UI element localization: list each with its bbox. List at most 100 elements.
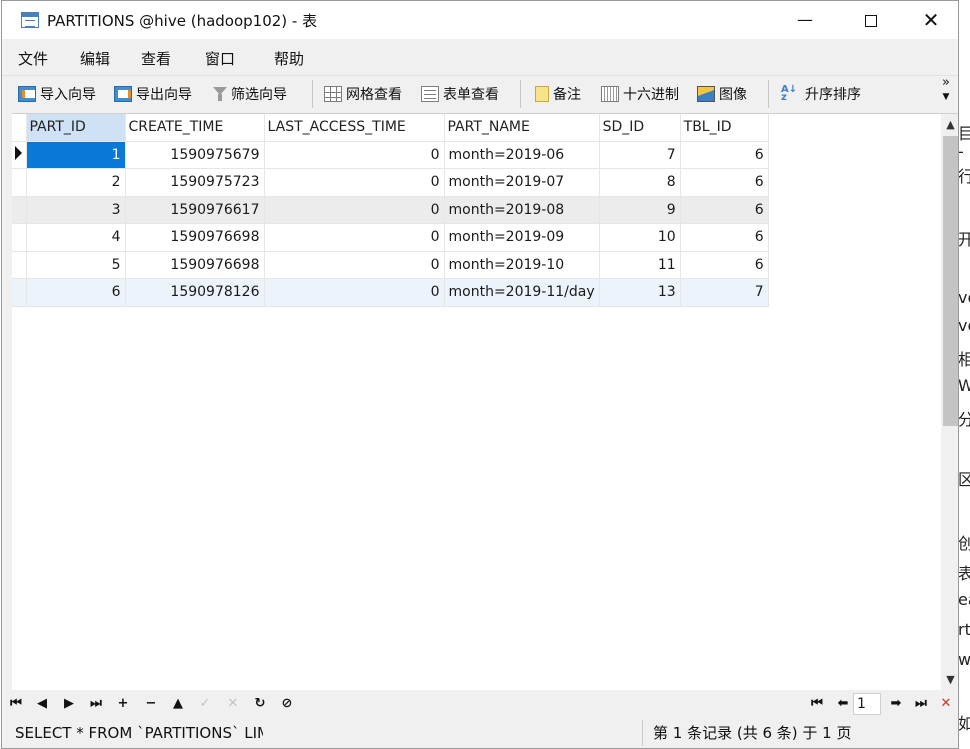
cell-sd-id[interactable]: 9	[599, 196, 681, 224]
cell-part-name[interactable]: month=2019-07	[444, 168, 600, 197]
cell-part-name[interactable]: month=2019-06	[444, 141, 600, 169]
cell-tbl-id[interactable]: 6	[680, 168, 769, 197]
column-header-part-id[interactable]: PART_ID	[26, 114, 126, 142]
scroll-down-icon[interactable]: ▼	[941, 671, 958, 689]
import-wizard-button[interactable]: 导入向导	[18, 82, 96, 106]
last-record-button[interactable]: ⏭	[86, 694, 106, 714]
title-bar[interactable]: PARTITIONS @hive (hadoop102) - 表 — ✕	[2, 1, 958, 39]
delete-record-button[interactable]: −	[141, 694, 161, 714]
table-row[interactable]: 1 1590975679 0 month=2019-06 7 6	[12, 141, 769, 169]
import-icon	[18, 86, 36, 102]
cell-sd-id[interactable]: 8	[599, 168, 681, 197]
cell-create-time[interactable]: 1590976617	[125, 196, 265, 224]
cell-part-name[interactable]: month=2019-08	[444, 196, 600, 224]
menu-file[interactable]: 文件	[18, 48, 48, 69]
refresh-button[interactable]: ↻	[250, 694, 270, 714]
cell-last-access-time[interactable]: 0	[264, 278, 445, 307]
bg-glyph: ve	[958, 316, 970, 335]
column-header-part-name[interactable]: PART_NAME	[444, 114, 600, 142]
image-button[interactable]: 图像	[697, 82, 747, 106]
cell-last-access-time[interactable]: 0	[264, 223, 445, 252]
table-row[interactable]: 3 1590976617 0 month=2019-08 9 6	[12, 196, 769, 224]
cell-sd-id[interactable]: 7	[599, 141, 681, 169]
cell-sd-id[interactable]: 10	[599, 223, 681, 252]
form-view-button[interactable]: 表单查看	[421, 82, 499, 106]
cell-part-name[interactable]: month=2019-09	[444, 223, 600, 252]
column-header-tbl-id[interactable]: TBL_ID	[680, 114, 769, 142]
close-button[interactable]: ✕	[908, 1, 954, 39]
cell-part-id[interactable]: 2	[26, 168, 126, 197]
page-number-input[interactable]: 1	[853, 693, 881, 715]
next-record-button[interactable]: ▶	[59, 694, 79, 714]
cell-create-time[interactable]: 1590976698	[125, 223, 265, 252]
add-record-button[interactable]: +	[113, 694, 133, 714]
apply-changes-button[interactable]: ✓	[195, 694, 215, 714]
stop-button[interactable]: ⊘	[277, 694, 297, 714]
sort-ascending-button[interactable]: A↓ z 升序排序	[781, 82, 861, 106]
table-row[interactable]: 2 1590975723 0 month=2019-07 8 6	[12, 168, 769, 197]
table-icon	[21, 12, 39, 28]
row-indicator	[12, 168, 27, 197]
cell-part-id[interactable]: 3	[26, 196, 126, 224]
menu-window[interactable]: 窗口	[205, 48, 235, 69]
menu-view[interactable]: 查看	[141, 48, 171, 69]
cell-sd-id[interactable]: 13	[599, 278, 681, 307]
cell-part-id[interactable]: 4	[26, 223, 126, 252]
cell-last-access-time[interactable]: 0	[264, 141, 445, 169]
first-record-button[interactable]: ⏮	[6, 694, 26, 714]
cell-create-time[interactable]: 1590975723	[125, 168, 265, 197]
table-row[interactable]: 6 1590978126 0 month=2019-11/day 13 7	[12, 278, 769, 307]
cell-part-name[interactable]: month=2019-11/day	[444, 278, 600, 307]
cell-create-time[interactable]: 1590976698	[125, 251, 265, 279]
last-page-button[interactable]: ⏭	[911, 694, 931, 714]
cell-sd-id[interactable]: 11	[599, 251, 681, 279]
move-up-button[interactable]: ▲	[168, 694, 188, 714]
cell-last-access-time[interactable]: 0	[264, 196, 445, 224]
cell-part-id[interactable]: 6	[26, 278, 126, 307]
toolbar-divider	[520, 80, 521, 108]
cell-part-id[interactable]: 1	[26, 141, 126, 169]
filter-icon	[213, 86, 227, 102]
memo-button[interactable]: 备注	[535, 82, 581, 106]
minimize-button[interactable]: —	[782, 1, 828, 39]
cell-tbl-id[interactable]: 7	[680, 278, 769, 307]
cell-tbl-id[interactable]: 6	[680, 141, 769, 169]
column-header-last-access-time[interactable]: LAST_ACCESS_TIME	[264, 114, 445, 142]
bg-glyph: 分	[958, 410, 970, 429]
table-row[interactable]: 4 1590976698 0 month=2019-09 10 6	[12, 223, 769, 252]
current-row-arrow-icon	[15, 145, 22, 160]
cell-last-access-time[interactable]: 0	[264, 251, 445, 279]
cell-create-time[interactable]: 1590975679	[125, 141, 265, 169]
first-page-button[interactable]: ⏮	[807, 694, 827, 714]
bg-glyph: 如	[958, 714, 970, 733]
column-header-create-time[interactable]: CREATE_TIME	[125, 114, 265, 142]
previous-record-button[interactable]: ◀	[32, 694, 52, 714]
cell-part-name[interactable]: month=2019-10	[444, 251, 600, 279]
cell-tbl-id[interactable]: 6	[680, 223, 769, 252]
next-page-button[interactable]: ➡	[886, 694, 906, 714]
export-wizard-button[interactable]: 导出向导	[114, 82, 192, 106]
menu-help[interactable]: 帮助	[274, 48, 304, 69]
column-header-sd-id[interactable]: SD_ID	[599, 114, 681, 142]
vertical-scrollbar[interactable]: ▲ ▼	[941, 114, 958, 691]
scrollbar-thumb[interactable]	[943, 136, 958, 426]
maximize-button[interactable]	[848, 1, 894, 39]
cell-tbl-id[interactable]: 6	[680, 251, 769, 279]
previous-page-button[interactable]: ⬅	[833, 694, 853, 714]
toolbar-overflow-button[interactable]: » ▼	[942, 76, 950, 104]
toolbar-divider	[768, 80, 769, 108]
settings-icon[interactable]: ✕	[936, 694, 956, 714]
filter-wizard-button[interactable]: 筛选向导	[213, 82, 287, 106]
cell-part-id[interactable]: 5	[26, 251, 126, 279]
menu-edit[interactable]: 编辑	[80, 48, 110, 69]
scroll-up-icon[interactable]: ▲	[941, 116, 958, 134]
cell-create-time[interactable]: 1590978126	[125, 278, 265, 307]
table-row[interactable]: 5 1590976698 0 month=2019-10 11 6	[12, 251, 769, 279]
data-grid[interactable]: PART_ID CREATE_TIME LAST_ACCESS_TIME PAR…	[12, 113, 958, 691]
table-header-row: PART_ID CREATE_TIME LAST_ACCESS_TIME PAR…	[12, 114, 769, 142]
cell-tbl-id[interactable]: 6	[680, 196, 769, 224]
cell-last-access-time[interactable]: 0	[264, 168, 445, 197]
cancel-changes-button[interactable]: ✕	[223, 694, 243, 714]
hex-button[interactable]: 十六进制	[601, 82, 679, 106]
grid-view-button[interactable]: 网格查看	[324, 82, 402, 106]
